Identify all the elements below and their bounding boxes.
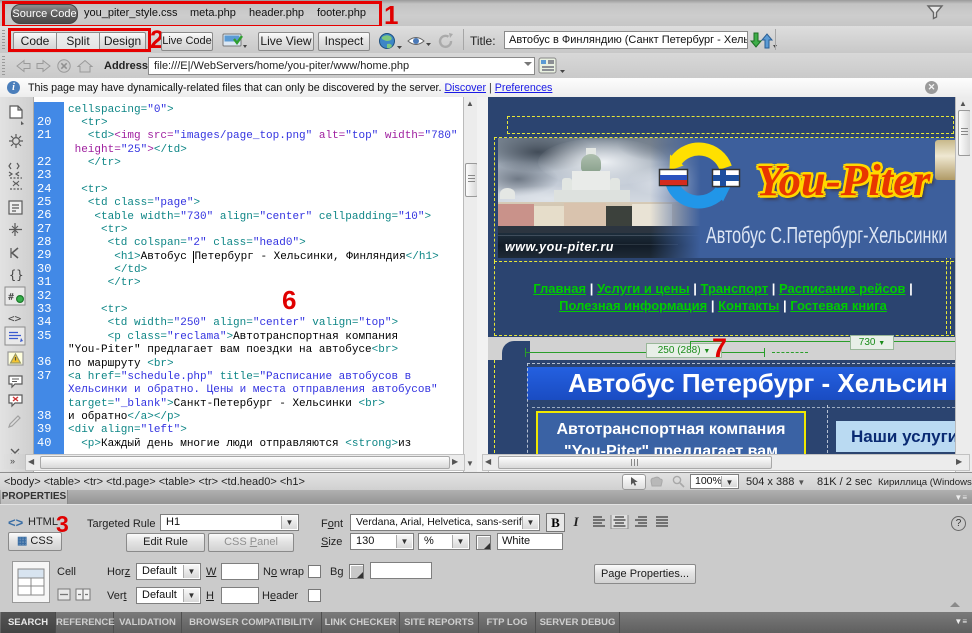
svg-text:<>: <> xyxy=(8,312,22,325)
svg-text:#: # xyxy=(8,292,14,303)
svg-text:{}: {} xyxy=(9,268,23,282)
